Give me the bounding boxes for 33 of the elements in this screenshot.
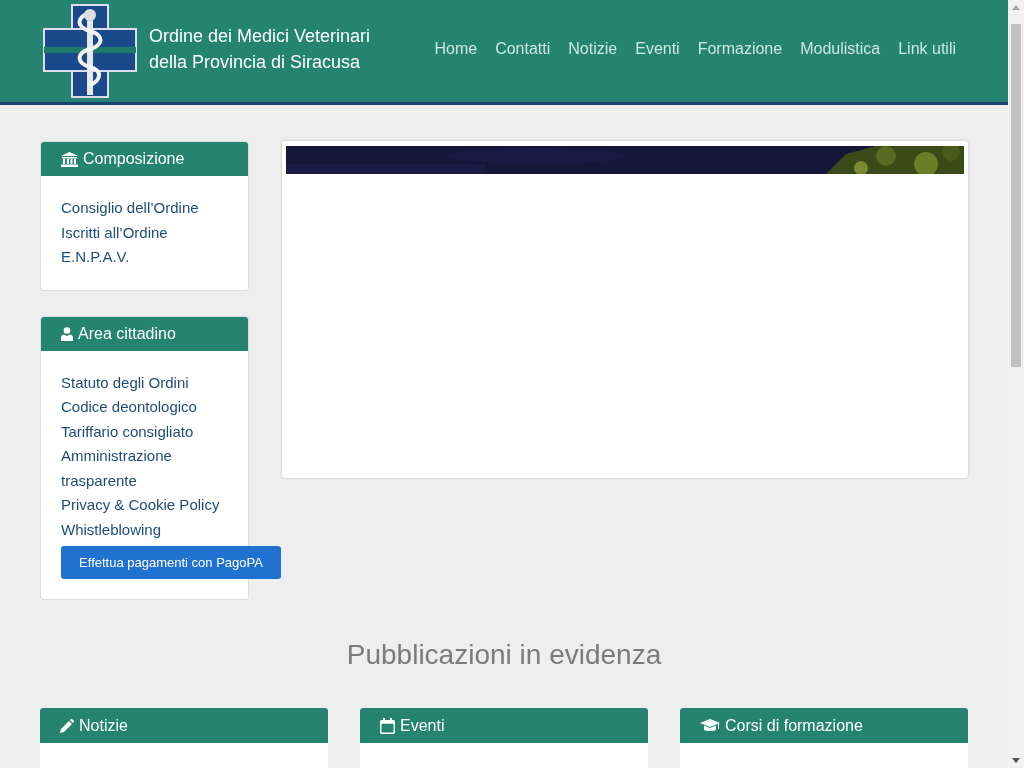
sidebar-link[interactable]: Codice deontologico (61, 395, 221, 420)
panel-title: Composizione (83, 150, 185, 168)
scrollbar-thumb[interactable] (1011, 24, 1021, 367)
sidebar-link[interactable]: Whistleblowing (61, 517, 221, 542)
nav-link[interactable]: Contatti (495, 39, 551, 58)
sidebar-link[interactable]: E.N.P.A.V. (61, 245, 221, 270)
nav-link[interactable]: Link utili (898, 39, 956, 58)
graduation-cap-icon (700, 718, 720, 733)
site-title: Ordine dei Medici Veterinari (149, 24, 371, 48)
sidebar-link[interactable]: Privacy & Cookie Policy (61, 493, 221, 518)
section-heading: Pubblicazioni in evidenza (345, 638, 663, 672)
nav-link[interactable]: Eventi (635, 39, 680, 58)
panel-title: Notizie (79, 716, 128, 735)
panel-title: Corsi di formazione (725, 716, 863, 735)
sidebar-link[interactable]: Statuto degli Ordini (61, 370, 221, 395)
sidebar-link[interactable]: Consiglio dell’Ordine (61, 196, 221, 221)
pencil-icon (60, 718, 74, 733)
scroll-up-icon[interactable] (1012, 5, 1020, 10)
nav-link[interactable]: Formazione (697, 39, 783, 58)
panel-title: Eventi (400, 716, 445, 735)
user-icon (61, 326, 73, 341)
nav-link[interactable]: Home (434, 39, 478, 58)
bank-icon (61, 151, 78, 167)
nav-link[interactable]: Modulistica (800, 39, 881, 58)
nav-link[interactable]: Notizie (568, 39, 618, 58)
sidebar-link[interactable]: Amministrazione trasparente (61, 444, 221, 493)
sidebar-link[interactable]: Tariffario consigliato (61, 419, 221, 444)
sidebar-link[interactable]: Iscritti all’Ordine (61, 220, 221, 245)
site-title: della Provincia di Siracusa (149, 50, 362, 74)
panel-title: Area cittadino (78, 324, 176, 343)
calendar-icon (380, 717, 395, 734)
payment-button[interactable]: Effettua pagamenti con PagoPA (61, 546, 281, 579)
scroll-down-icon[interactable] (1012, 758, 1020, 763)
